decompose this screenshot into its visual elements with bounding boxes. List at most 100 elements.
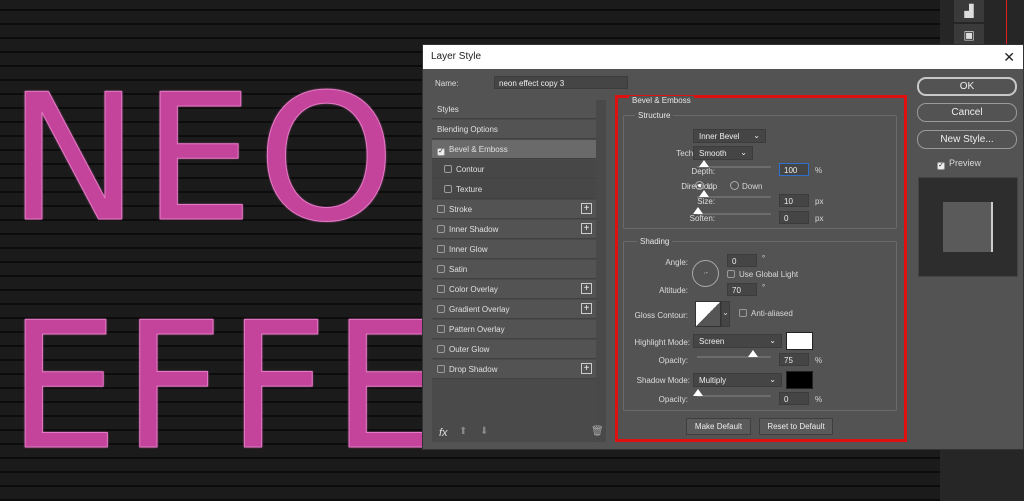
soften-slider[interactable] <box>693 207 771 215</box>
style-item-contour[interactable]: Contour <box>432 160 596 179</box>
checkbox-icon[interactable] <box>437 365 445 373</box>
size-unit: px <box>815 197 824 206</box>
anti-aliased-label: Anti-aliased <box>751 309 793 318</box>
guide-line <box>1006 0 1007 45</box>
add-icon[interactable]: + <box>581 283 592 294</box>
slider-thumb[interactable] <box>699 190 709 197</box>
checkbox-icon[interactable] <box>444 165 452 173</box>
style-item-blending-options[interactable]: Blending Options <box>432 120 596 139</box>
shadow-opacity-input[interactable]: 0 <box>779 392 809 405</box>
style-item-label: Inner Glow <box>449 245 488 254</box>
slider-thumb[interactable] <box>693 207 703 214</box>
histogram-icon[interactable]: ▟ <box>954 0 984 22</box>
style-item-styles[interactable]: Styles <box>432 100 596 119</box>
shadow-opacity-label: Opacity: <box>658 395 688 404</box>
highlight-color-swatch[interactable] <box>786 332 813 350</box>
down-label: Down <box>742 182 763 191</box>
style-item-label: Stroke <box>449 205 473 214</box>
gloss-contour-picker[interactable] <box>695 301 721 327</box>
altitude-input[interactable]: 70 <box>727 283 757 296</box>
checkbox-icon[interactable] <box>437 345 445 353</box>
chevron-down-icon: ⌄ <box>769 336 776 345</box>
altitude-label: Altitude: <box>659 286 688 295</box>
cancel-button[interactable]: Cancel <box>917 103 1017 122</box>
highlight-mode-value: Screen <box>699 337 725 346</box>
checkbox-icon[interactable] <box>437 305 445 313</box>
reset-default-button[interactable]: Reset to Default <box>759 418 833 435</box>
slider-thumb[interactable] <box>693 389 703 396</box>
checkbox-icon[interactable] <box>444 185 452 193</box>
global-light-label: Use Global Light <box>739 270 799 279</box>
checkbox-icon[interactable] <box>437 325 445 333</box>
close-icon[interactable]: ✕ <box>1003 49 1015 66</box>
add-icon[interactable]: + <box>581 223 592 234</box>
name-input[interactable]: neon effect copy 3 <box>494 76 628 89</box>
ok-button[interactable]: OK <box>917 77 1017 96</box>
global-light-checkbox[interactable]: Use Global Light <box>727 270 798 279</box>
preview-checkbox[interactable]: ✓ Preview <box>937 158 981 170</box>
highlight-mode-select[interactable]: Screen ⌄ <box>693 334 782 348</box>
highlight-opacity-slider[interactable] <box>697 350 771 358</box>
style-item-label: Texture <box>456 185 483 194</box>
add-icon[interactable]: + <box>581 203 592 214</box>
style-item-bevel-emboss[interactable]: ✓ Bevel & Emboss <box>432 140 596 159</box>
style-item-inner-glow[interactable]: Inner Glow <box>432 240 596 259</box>
soften-input[interactable]: 0 <box>779 211 809 224</box>
shadow-opacity-slider[interactable] <box>693 389 771 397</box>
anti-aliased-checkbox[interactable]: Anti-aliased <box>739 309 793 318</box>
trash-icon[interactable]: 🗑 <box>591 426 604 437</box>
depth-input[interactable]: 100 <box>779 163 809 176</box>
move-up-icon[interactable]: ⬆ <box>459 426 467 437</box>
new-style-button[interactable]: New Style... <box>917 130 1017 149</box>
chevron-down-icon[interactable]: ⌄ <box>721 301 730 327</box>
style-item-texture[interactable]: Texture <box>432 180 596 199</box>
style-item-satin[interactable]: Satin <box>432 260 596 279</box>
style-item-inner-shadow[interactable]: Inner Shadow + <box>432 220 596 239</box>
depth-slider[interactable] <box>697 160 771 168</box>
style-select[interactable]: Inner Bevel ⌄ <box>693 129 766 143</box>
scrollbar[interactable] <box>596 100 606 442</box>
slider-thumb[interactable] <box>699 160 709 167</box>
dialog-title: Layer Style <box>431 51 482 62</box>
fx-button[interactable]: fx <box>439 427 448 439</box>
style-item-color-overlay[interactable]: Color Overlay + <box>432 280 596 299</box>
highlight-opacity-input[interactable]: 75 <box>779 353 809 366</box>
style-item-stroke[interactable]: Stroke + <box>432 200 596 219</box>
layout-icon[interactable]: ▣ <box>954 24 984 46</box>
checkmark-icon: ✓ <box>937 162 945 170</box>
checkbox-icon[interactable] <box>437 205 445 213</box>
shadow-color-swatch[interactable] <box>786 371 813 389</box>
style-item-label: Styles <box>437 105 459 114</box>
depth-unit: % <box>815 166 823 175</box>
angle-input[interactable]: 0 <box>727 254 757 267</box>
checkbox-icon[interactable]: ✓ <box>437 148 445 156</box>
checkbox-icon <box>727 270 735 278</box>
make-default-button[interactable]: Make Default <box>686 418 751 435</box>
checkbox-icon[interactable] <box>437 225 445 233</box>
slider-thumb[interactable] <box>748 350 758 357</box>
add-icon[interactable]: + <box>581 363 592 374</box>
chevron-down-icon: ⌄ <box>740 148 747 157</box>
angle-dial[interactable]: ·‐ <box>692 260 719 287</box>
radio-icon <box>695 181 704 190</box>
add-icon[interactable]: + <box>581 303 592 314</box>
checkbox-icon[interactable] <box>437 285 445 293</box>
style-item-drop-shadow[interactable]: Drop Shadow + <box>432 360 596 379</box>
move-down-icon[interactable]: ⬇ <box>480 426 488 437</box>
size-slider[interactable] <box>697 190 771 198</box>
direction-down-radio[interactable]: Down <box>730 181 762 191</box>
percent-unit: % <box>815 356 823 365</box>
shadow-mode-select[interactable]: Multiply ⌄ <box>693 373 782 387</box>
style-item-outer-glow[interactable]: Outer Glow <box>432 340 596 359</box>
checkbox-icon[interactable] <box>437 245 445 253</box>
style-item-gradient-overlay[interactable]: Gradient Overlay + <box>432 300 596 319</box>
checkbox-icon[interactable] <box>437 265 445 273</box>
technique-select[interactable]: Smooth ⌄ <box>693 146 753 160</box>
highlight-mode-label: Highlight Mode: <box>634 338 690 347</box>
style-item-label: Satin <box>449 265 468 274</box>
size-input[interactable]: 10 <box>779 194 809 207</box>
preview-label: Preview <box>949 158 982 168</box>
depth-label: Depth: <box>691 167 715 176</box>
style-item-pattern-overlay[interactable]: Pattern Overlay <box>432 320 596 339</box>
style-value: Inner Bevel <box>699 132 740 141</box>
